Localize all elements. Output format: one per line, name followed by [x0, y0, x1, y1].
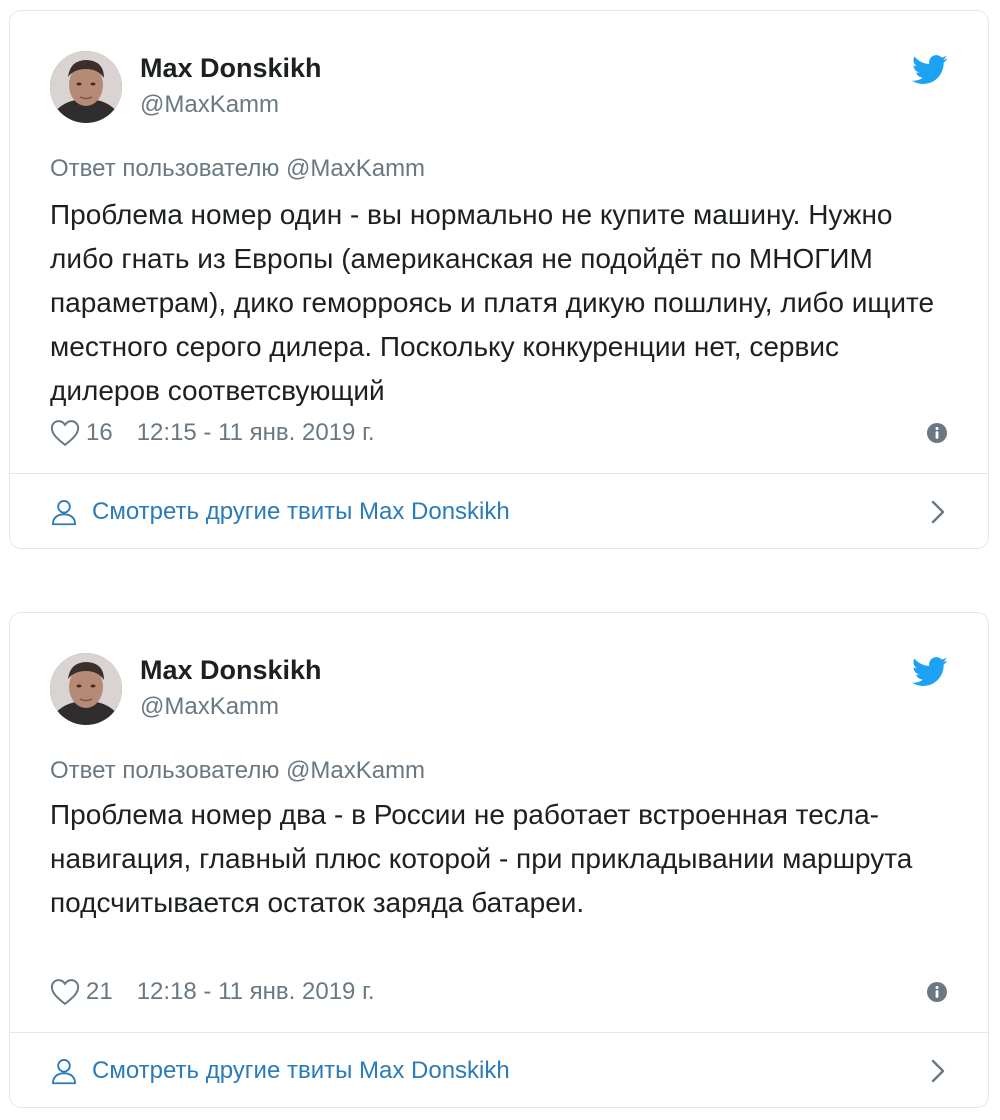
- person-icon: [51, 499, 77, 526]
- chevron-right-icon: [931, 1059, 945, 1083]
- tweet-meta: 21 12:18 - 11 янв. 2019 г.: [50, 975, 948, 1009]
- reply-to-label: Ответ пользователю @MaxKamm: [50, 155, 426, 182]
- tweet-card: Max Donskikh @MaxKamm Ответ пользователю…: [9, 612, 989, 1108]
- avatar[interactable]: [50, 51, 122, 123]
- tweet-card: Max Donskikh @MaxKamm Ответ пользователю…: [9, 10, 989, 549]
- like-button[interactable]: 21: [50, 978, 137, 1006]
- info-icon[interactable]: [926, 981, 948, 1003]
- more-tweets-link[interactable]: Смотреть другие твиты Max Donskikh: [50, 1033, 948, 1109]
- author-name[interactable]: Max Donskikh: [140, 51, 322, 85]
- info-icon[interactable]: [926, 422, 948, 444]
- heart-icon: [50, 420, 80, 447]
- tweet-text: Проблема номер один - вы нормально не ку…: [50, 199, 935, 406]
- person-icon: [51, 1058, 77, 1085]
- like-count: 16: [86, 419, 113, 446]
- more-tweets-label: Смотреть другие твиты Max Donskikh: [92, 498, 510, 525]
- author-name[interactable]: Max Donskikh: [140, 653, 322, 687]
- tweet-timestamp[interactable]: 12:18 - 11 янв. 2019 г.: [137, 978, 375, 1006]
- more-tweets-link[interactable]: Смотреть другие твиты Max Donskikh: [50, 474, 948, 550]
- twitter-bird-icon[interactable]: [912, 55, 948, 85]
- avatar-photo: [50, 51, 122, 123]
- heart-icon: [50, 979, 80, 1006]
- more-tweets-label: Смотреть другие твиты Max Donskikh: [92, 1057, 510, 1084]
- tweet-text: Проблема номер два - в России не работае…: [50, 799, 913, 918]
- like-button[interactable]: 16: [50, 419, 137, 447]
- tweet-meta: 16 12:15 - 11 янв. 2019 г.: [50, 416, 948, 450]
- twitter-bird-icon[interactable]: [912, 657, 948, 687]
- chevron-right-icon: [931, 500, 945, 524]
- avatar[interactable]: [50, 653, 122, 725]
- reply-to-label: Ответ пользователю @MaxKamm: [50, 757, 426, 784]
- author-handle[interactable]: @MaxKamm: [140, 89, 279, 121]
- like-count: 21: [86, 978, 113, 1005]
- author-handle[interactable]: @MaxKamm: [140, 691, 279, 723]
- tweet-timestamp[interactable]: 12:15 - 11 янв. 2019 г.: [137, 419, 375, 447]
- avatar-photo: [50, 653, 122, 725]
